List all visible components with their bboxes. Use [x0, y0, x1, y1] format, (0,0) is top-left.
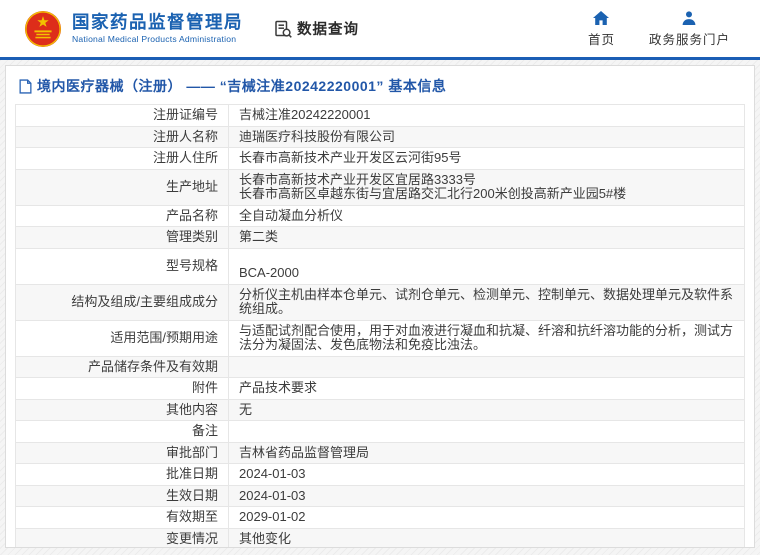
- table-row: 结构及组成/主要组成成分 分析仪主机由样本仓单元、试剂仓单元、检测单元、控制单元、…: [15, 283, 745, 321]
- table-row: 适用范围/预期用途 与适配试剂配合使用，用于对血液进行凝血和抗凝、纤溶和抗纤溶功能…: [15, 319, 745, 357]
- info-table-body: 注册证编号 吉械注准20242220001 注册人名称 迪瑞医疗科技股份有限公司 注册人…: [15, 104, 745, 547]
- row-label: 备注: [15, 420, 229, 443]
- site-header: 国家药品监督管理局 National Medical Products Admi…: [0, 0, 760, 57]
- table-row: 审批部门 吉林省药品监督管理局: [15, 441, 745, 464]
- org-name: 国家药品监督管理局: [72, 11, 243, 32]
- row-value: 分析仪主机由样本仓单元、试剂仓单元、检测单元、控制单元、数据处理单元及软件系统组…: [228, 283, 745, 321]
- row-value: 第二类: [228, 226, 745, 249]
- info-table: 注册证编号 吉械注准20242220001 注册人名称 迪瑞医疗科技股份有限公司 注册人…: [15, 104, 745, 547]
- data-query-label: 数据查询: [297, 22, 359, 38]
- row-value: 迪瑞医疗科技股份有限公司: [228, 125, 745, 148]
- page-title-bar: 境内医疗器械（注册） —— “吉械注准20242220001” 基本信息: [6, 66, 754, 103]
- national-emblem-icon: [24, 10, 62, 47]
- data-query-icon: [275, 20, 292, 38]
- page-title: 境内医疗器械（注册） —— “吉械注准20242220001” 基本信息: [37, 78, 447, 94]
- content-panel: 境内医疗器械（注册） —— “吉械注准20242220001” 基本信息 注册证…: [5, 65, 755, 548]
- row-value: 全自动凝血分析仪: [228, 204, 745, 227]
- table-row: 备注: [15, 420, 745, 443]
- row-value: BCA-2000: [228, 247, 745, 285]
- row-value: 吉林省药品监督管理局: [228, 441, 745, 464]
- table-row: 注册证编号 吉械注准20242220001: [15, 104, 745, 127]
- row-value: 其他变化: [228, 527, 745, 547]
- row-value: 吉械注准20242220001: [228, 104, 745, 127]
- table-row: 注册人名称 迪瑞医疗科技股份有限公司: [15, 125, 745, 148]
- row-label: 型号规格: [15, 247, 229, 285]
- row-value: 与适配试剂配合使用，用于对血液进行凝血和抗凝、纤溶和抗纤溶功能的分析，测试方法分…: [228, 319, 745, 357]
- table-row: 产品名称 全自动凝血分析仪: [15, 204, 745, 227]
- row-value: 产品技术要求: [228, 377, 745, 400]
- row-label: 注册证编号: [15, 104, 229, 127]
- row-label: 注册人住所: [15, 147, 229, 170]
- table-row: 生产地址 长春市高新技术产业开发区宜居路3333号 长春市高新区卓越东街与宜居路交…: [15, 168, 745, 206]
- row-value: 2024-01-03: [228, 463, 745, 486]
- row-label: 附件: [15, 377, 229, 400]
- row-label: 产品储存条件及有效期: [15, 355, 229, 378]
- table-row: 生效日期 2024-01-03: [15, 484, 745, 507]
- table-row: 管理类别 第二类: [15, 226, 745, 249]
- row-label: 结构及组成/主要组成成分: [15, 283, 229, 321]
- org-name-en: National Medical Products Administration: [72, 33, 237, 44]
- row-label: 适用范围/预期用途: [15, 319, 229, 357]
- nav-home[interactable]: 首页: [588, 10, 615, 48]
- row-value: 长春市高新技术产业开发区云河街95号: [228, 147, 745, 170]
- table-row: 注册人住所 长春市高新技术产业开发区云河街95号: [15, 147, 745, 170]
- document-icon: [19, 78, 32, 94]
- row-value: 无: [228, 398, 745, 421]
- row-label: 变更情况: [15, 527, 229, 547]
- top-navigation: 首页 政务服务门户: [588, 10, 742, 48]
- row-label: 产品名称: [15, 204, 229, 227]
- table-row: 批准日期 2024-01-03: [15, 463, 745, 486]
- row-label: 批准日期: [15, 463, 229, 486]
- nav-home-label: 首页: [587, 32, 615, 47]
- row-value: [228, 420, 745, 443]
- row-label: 管理类别: [15, 226, 229, 249]
- table-row: 变更情况 其他变化: [15, 527, 745, 547]
- user-icon: [682, 10, 696, 25]
- nav-data-query[interactable]: 数据查询: [273, 18, 359, 39]
- nav-portal[interactable]: 政务服务门户: [649, 10, 730, 48]
- table-row: 产品储存条件及有效期: [15, 355, 745, 378]
- page-background: 境内医疗器械（注册） —— “吉械注准20242220001” 基本信息 注册证…: [0, 60, 760, 555]
- table-row: 有效期至 2029-01-02: [15, 506, 745, 529]
- nav-portal-label: 政务服务门户: [648, 32, 730, 47]
- row-value: [228, 355, 745, 378]
- row-value: 长春市高新技术产业开发区宜居路3333号 长春市高新区卓越东街与宜居路交汇北行2…: [228, 168, 745, 206]
- row-label: 生产地址: [15, 168, 229, 206]
- row-label: 有效期至: [15, 506, 229, 529]
- table-row: 附件 产品技术要求: [15, 377, 745, 400]
- row-label: 审批部门: [15, 441, 229, 464]
- table-row: 型号规格 BCA-2000: [15, 247, 745, 285]
- row-value: 2024-01-03: [228, 484, 745, 507]
- home-icon: [593, 10, 610, 25]
- row-label: 注册人名称: [15, 125, 229, 148]
- row-label: 其他内容: [15, 398, 229, 421]
- site-logo[interactable]: 国家药品监督管理局 National Medical Products Admi…: [24, 10, 243, 48]
- row-label: 生效日期: [15, 484, 229, 507]
- row-value: 2029-01-02: [228, 506, 745, 529]
- table-row: 其他内容无: [15, 398, 745, 421]
- info-table-wrap: 注册证编号 吉械注准20242220001 注册人名称 迪瑞医疗科技股份有限公司 注册人…: [15, 104, 745, 547]
